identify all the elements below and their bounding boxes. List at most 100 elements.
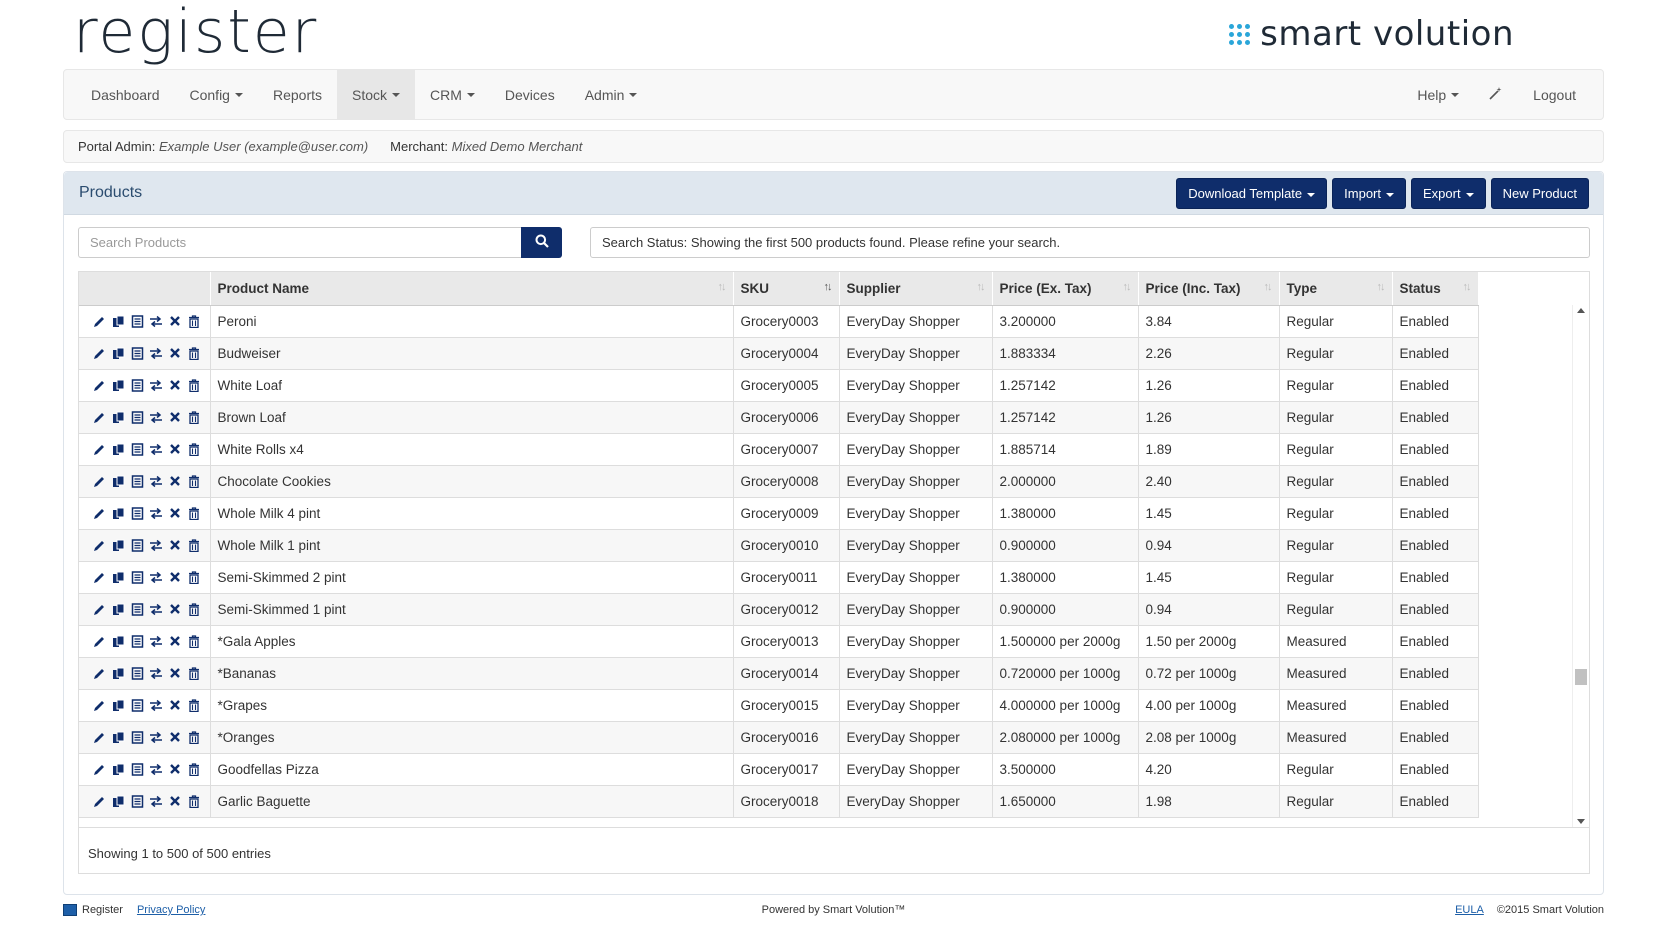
- edit-icon[interactable]: [92, 314, 106, 328]
- search-button[interactable]: [521, 227, 562, 258]
- delete-icon[interactable]: [187, 730, 201, 744]
- nav-devices[interactable]: Devices: [490, 70, 570, 119]
- remove-icon[interactable]: [168, 410, 182, 424]
- details-icon[interactable]: [130, 378, 144, 392]
- nav-config[interactable]: Config: [175, 70, 258, 119]
- details-icon[interactable]: [130, 634, 144, 648]
- sort-icon[interactable]: ↑↓: [977, 281, 986, 293]
- nav-reports[interactable]: Reports: [258, 70, 337, 119]
- table-scrollbar[interactable]: [1572, 305, 1589, 827]
- table-row[interactable]: Peroni Grocery0003 EveryDay Shopper 3.20000…: [79, 305, 1479, 338]
- delete-icon[interactable]: [187, 762, 201, 776]
- delete-icon[interactable]: [187, 666, 201, 680]
- edit-icon[interactable]: [92, 794, 106, 808]
- transfer-icon[interactable]: [149, 506, 163, 520]
- transfer-icon[interactable]: [149, 698, 163, 712]
- copy-icon[interactable]: [111, 666, 125, 680]
- transfer-icon[interactable]: [149, 346, 163, 360]
- edit-icon[interactable]: [92, 378, 106, 392]
- transfer-icon[interactable]: [149, 378, 163, 392]
- remove-icon[interactable]: [168, 442, 182, 456]
- edit-icon[interactable]: [92, 442, 106, 456]
- details-icon[interactable]: [130, 698, 144, 712]
- details-icon[interactable]: [130, 538, 144, 552]
- table-row[interactable]: Whole Milk 1 pint Grocery0010 EveryDay Sho…: [79, 529, 1479, 562]
- delete-icon[interactable]: [187, 314, 201, 328]
- table-row[interactable]: Chocolate Cookies Grocery0008 EveryDay Sho…: [79, 465, 1479, 498]
- edit-icon[interactable]: [92, 474, 106, 488]
- remove-icon[interactable]: [168, 762, 182, 776]
- copy-icon[interactable]: [111, 378, 125, 392]
- eula-link[interactable]: EULA: [1455, 904, 1484, 916]
- transfer-icon[interactable]: [149, 666, 163, 680]
- transfer-icon[interactable]: [149, 730, 163, 744]
- nav-stock[interactable]: Stock: [337, 70, 416, 119]
- table-row[interactable]: Goodfellas Pizza Grocery0017 EveryDay Shop…: [79, 753, 1479, 786]
- delete-icon[interactable]: [187, 794, 201, 808]
- copy-icon[interactable]: [111, 762, 125, 776]
- remove-icon[interactable]: [168, 378, 182, 392]
- edit-icon[interactable]: [92, 762, 106, 776]
- remove-icon[interactable]: [168, 666, 182, 680]
- scroll-up-arrow-icon[interactable]: [1577, 308, 1585, 313]
- table-row[interactable]: *Bananas Grocery0014 EveryDay Shopper 0.720…: [79, 657, 1479, 690]
- transfer-icon[interactable]: [149, 442, 163, 456]
- export-button[interactable]: Export: [1411, 178, 1486, 209]
- transfer-icon[interactable]: [149, 538, 163, 552]
- sort-icon[interactable]: ↑↓: [824, 281, 833, 293]
- delete-icon[interactable]: [187, 378, 201, 392]
- details-icon[interactable]: [130, 602, 144, 616]
- nav-help[interactable]: Help: [1402, 70, 1474, 119]
- remove-icon[interactable]: [168, 602, 182, 616]
- edit-icon[interactable]: [92, 346, 106, 360]
- nav-dashboard[interactable]: Dashboard: [76, 70, 175, 119]
- edit-icon[interactable]: [92, 570, 106, 584]
- delete-icon[interactable]: [187, 602, 201, 616]
- sort-icon[interactable]: ↑↓: [1264, 281, 1273, 293]
- edit-icon[interactable]: [92, 410, 106, 424]
- details-icon[interactable]: [130, 442, 144, 456]
- transfer-icon[interactable]: [149, 762, 163, 776]
- new-product-button[interactable]: New Product: [1490, 178, 1589, 209]
- details-icon[interactable]: [130, 314, 144, 328]
- register-logo[interactable]: register: [73, 0, 318, 70]
- nav-crm[interactable]: CRM: [415, 70, 490, 119]
- copy-icon[interactable]: [111, 538, 125, 552]
- scroll-down-arrow-icon[interactable]: [1577, 819, 1585, 824]
- transfer-icon[interactable]: [149, 794, 163, 808]
- details-icon[interactable]: [130, 762, 144, 776]
- table-row[interactable]: *Oranges Grocery0016 EveryDay Shopper 2.080…: [79, 721, 1479, 754]
- table-row[interactable]: Semi-Skimmed 1 pint Grocery0012 EveryDay S…: [79, 593, 1479, 626]
- details-icon[interactable]: [130, 730, 144, 744]
- sort-icon[interactable]: ↑↓: [1463, 281, 1472, 293]
- column-header-price-ex-tax[interactable]: Price (Ex. Tax) ↑↓: [992, 272, 1139, 306]
- edit-icon[interactable]: [92, 506, 106, 520]
- table-row[interactable]: Whole Milk 4 pint Grocery0009 EveryDay Sho…: [79, 497, 1479, 530]
- sort-icon[interactable]: ↑↓: [718, 281, 727, 293]
- copy-icon[interactable]: [111, 634, 125, 648]
- edit-icon[interactable]: [92, 602, 106, 616]
- sort-icon[interactable]: ↑↓: [1377, 281, 1386, 293]
- copy-icon[interactable]: [111, 506, 125, 520]
- remove-icon[interactable]: [168, 474, 182, 488]
- download-template-button[interactable]: Download Template: [1176, 178, 1328, 209]
- column-header-status[interactable]: Status ↑↓: [1392, 272, 1479, 306]
- details-icon[interactable]: [130, 410, 144, 424]
- search-products-input[interactable]: [78, 227, 522, 258]
- delete-icon[interactable]: [187, 506, 201, 520]
- transfer-icon[interactable]: [149, 570, 163, 584]
- delete-icon[interactable]: [187, 538, 201, 552]
- nav-logout[interactable]: Logout: [1518, 70, 1591, 119]
- delete-icon[interactable]: [187, 346, 201, 360]
- copy-icon[interactable]: [111, 314, 125, 328]
- edit-icon[interactable]: [92, 634, 106, 648]
- remove-icon[interactable]: [168, 314, 182, 328]
- delete-icon[interactable]: [187, 698, 201, 712]
- table-row[interactable]: *Grapes Grocery0015 EveryDay Shopper 4.0000…: [79, 689, 1479, 722]
- column-header-supplier[interactable]: Supplier ↑↓: [839, 272, 993, 306]
- transfer-icon[interactable]: [149, 314, 163, 328]
- import-button[interactable]: Import: [1332, 178, 1406, 209]
- transfer-icon[interactable]: [149, 634, 163, 648]
- remove-icon[interactable]: [168, 506, 182, 520]
- delete-icon[interactable]: [187, 570, 201, 584]
